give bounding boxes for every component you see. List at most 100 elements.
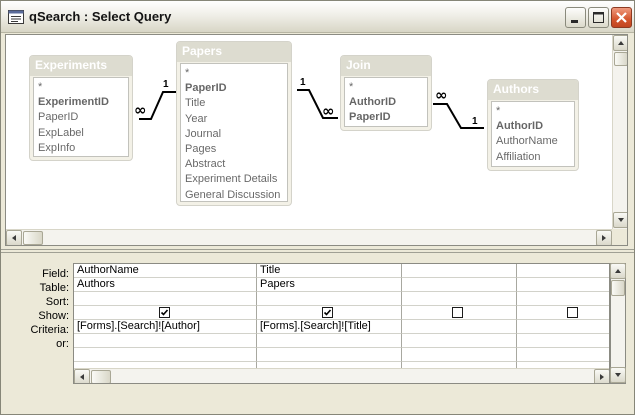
grid-cell-table[interactable] (402, 278, 517, 292)
scroll-down-button[interactable] (613, 212, 627, 228)
row-label-show: Show: (38, 310, 69, 322)
scroll-left-button[interactable] (6, 230, 22, 245)
grid-cell-show[interactable] (402, 306, 517, 320)
close-button[interactable] (611, 7, 632, 28)
field-list[interactable]: * ExperimentID PaperID ExpLabel ExpInfo (33, 77, 129, 157)
scroll-right-button[interactable] (594, 369, 609, 383)
table-title[interactable]: Papers (177, 42, 291, 62)
scroll-up-icon (615, 269, 621, 273)
field-general-discussion[interactable]: General Discussion (185, 188, 287, 202)
show-checkbox[interactable] (322, 307, 333, 318)
upper-horizontal-scrollbar[interactable] (6, 229, 612, 245)
field-authorname[interactable]: AuthorName (496, 134, 574, 149)
table-experiments[interactable]: Experiments * ExperimentID PaperID ExpLa… (29, 55, 133, 161)
horizontal-scroll-thumb[interactable] (23, 231, 43, 245)
horizontal-scroll-thumb[interactable] (91, 370, 111, 383)
table-papers[interactable]: Papers * PaperID Title Year Journal Page… (176, 41, 292, 206)
field-authorid[interactable]: AuthorID (349, 95, 427, 110)
query-window: qSearch : Select Query ∞ 1 1 ∞ ∞ 1 Exper… (0, 0, 635, 415)
field-year[interactable]: Year (185, 112, 287, 127)
show-checkbox[interactable] (159, 307, 170, 318)
grid-cell-criteria[interactable] (517, 320, 609, 334)
minimize-button[interactable] (565, 7, 586, 28)
field-expinfo[interactable]: ExpInfo (38, 141, 128, 156)
table-authors[interactable]: Authors * AuthorID AuthorName Affiliatio… (487, 79, 579, 171)
field-authorid[interactable]: AuthorID (496, 119, 574, 134)
show-checkbox[interactable] (567, 307, 578, 318)
grid-cell-criteria[interactable] (402, 320, 517, 334)
grid-cell-sort[interactable] (74, 292, 257, 306)
grid-cell-criteria[interactable]: [Forms].[Search]![Author] (74, 320, 257, 334)
grid-cell-empty[interactable] (517, 348, 609, 362)
pane-splitter[interactable] (1, 249, 634, 253)
field-paperid[interactable]: PaperID (349, 110, 427, 125)
grid-cell-field[interactable]: Title (257, 264, 402, 278)
field-paperid[interactable]: PaperID (185, 81, 287, 96)
field-list[interactable]: * AuthorID AuthorName Affiliation (491, 101, 575, 167)
grid-vertical-scrollbar[interactable] (610, 263, 626, 384)
field-all[interactable]: * (185, 66, 287, 81)
grid-cell-or[interactable] (402, 334, 517, 348)
field-title[interactable]: Title (185, 96, 287, 111)
maximize-button[interactable] (588, 7, 609, 28)
table-title[interactable]: Experiments (30, 56, 132, 76)
scroll-left-button[interactable] (74, 369, 90, 383)
table-join[interactable]: Join * AuthorID PaperID (340, 55, 432, 131)
field-experimentid[interactable]: ExperimentID (38, 95, 128, 110)
grid-cell-empty[interactable] (402, 348, 517, 362)
field-all[interactable]: * (349, 80, 427, 95)
scroll-right-button[interactable] (596, 230, 612, 245)
grid-cell-or[interactable] (74, 334, 257, 348)
vertical-scroll-thumb[interactable] (614, 52, 627, 66)
grid-horizontal-scrollbar[interactable] (74, 368, 609, 383)
scroll-down-button[interactable] (610, 367, 626, 383)
scroll-up-button[interactable] (610, 263, 626, 279)
field-abstract[interactable]: Abstract (185, 157, 287, 172)
design-grid[interactable]: AuthorName Authors [Forms].[Search]![Aut… (73, 263, 610, 384)
grid-cell-field[interactable]: AuthorName (74, 264, 257, 278)
one-marker: 1 (163, 79, 169, 90)
scroll-down-icon (618, 218, 624, 222)
title-bar[interactable]: qSearch : Select Query (1, 1, 634, 33)
grid-cell-empty[interactable] (257, 348, 402, 362)
field-pages[interactable]: Pages (185, 142, 287, 157)
grid-cell-sort[interactable] (257, 292, 402, 306)
design-grid-pane: Field: Table: Sort: Show: Criteria: or: … (5, 254, 628, 410)
field-experiment-details[interactable]: Experiment Details (185, 172, 287, 187)
grid-cell-sort[interactable] (402, 292, 517, 306)
field-all[interactable]: * (38, 80, 128, 95)
field-list[interactable]: * PaperID Title Year Journal Pages Abstr… (180, 63, 288, 202)
show-checkbox[interactable] (452, 307, 463, 318)
scroll-left-icon (80, 374, 84, 380)
row-label-table: Table: (39, 282, 69, 294)
field-paperid[interactable]: PaperID (38, 110, 128, 125)
grid-cell-sort[interactable] (517, 292, 609, 306)
row-label-criteria: Criteria: (30, 324, 69, 336)
vertical-scroll-thumb[interactable] (611, 280, 625, 296)
grid-cell-field[interactable] (517, 264, 609, 278)
grid-cell-criteria[interactable]: [Forms].[Search]![Title] (257, 320, 402, 334)
scroll-up-button[interactable] (613, 35, 627, 51)
grid-cell-table[interactable]: Papers (257, 278, 402, 292)
field-list[interactable]: * AuthorID PaperID (344, 77, 428, 127)
grid-cell-show[interactable] (257, 306, 402, 320)
grid-cell-or[interactable] (257, 334, 402, 348)
grid-cell-field[interactable] (402, 264, 517, 278)
scroll-down-icon (615, 373, 621, 377)
field-journal[interactable]: Journal (185, 127, 287, 142)
grid-cell-table[interactable] (517, 278, 609, 292)
field-all[interactable]: * (496, 104, 574, 119)
many-marker: ∞ (435, 86, 448, 104)
field-explabel[interactable]: ExpLabel (38, 126, 128, 141)
grid-cell-show[interactable] (517, 306, 609, 320)
table-pane[interactable]: ∞ 1 1 ∞ ∞ 1 Experiments * ExperimentID P… (5, 34, 628, 246)
table-title[interactable]: Authors (488, 80, 578, 100)
grid-cell-table[interactable]: Authors (74, 278, 257, 292)
grid-cell-or[interactable] (517, 334, 609, 348)
field-affiliation[interactable]: Affiliation (496, 150, 574, 165)
grid-cell-empty[interactable] (74, 348, 257, 362)
query-window-icon[interactable] (8, 10, 24, 24)
table-title[interactable]: Join (341, 56, 431, 76)
grid-cell-show[interactable] (74, 306, 257, 320)
upper-vertical-scrollbar[interactable] (612, 35, 627, 229)
